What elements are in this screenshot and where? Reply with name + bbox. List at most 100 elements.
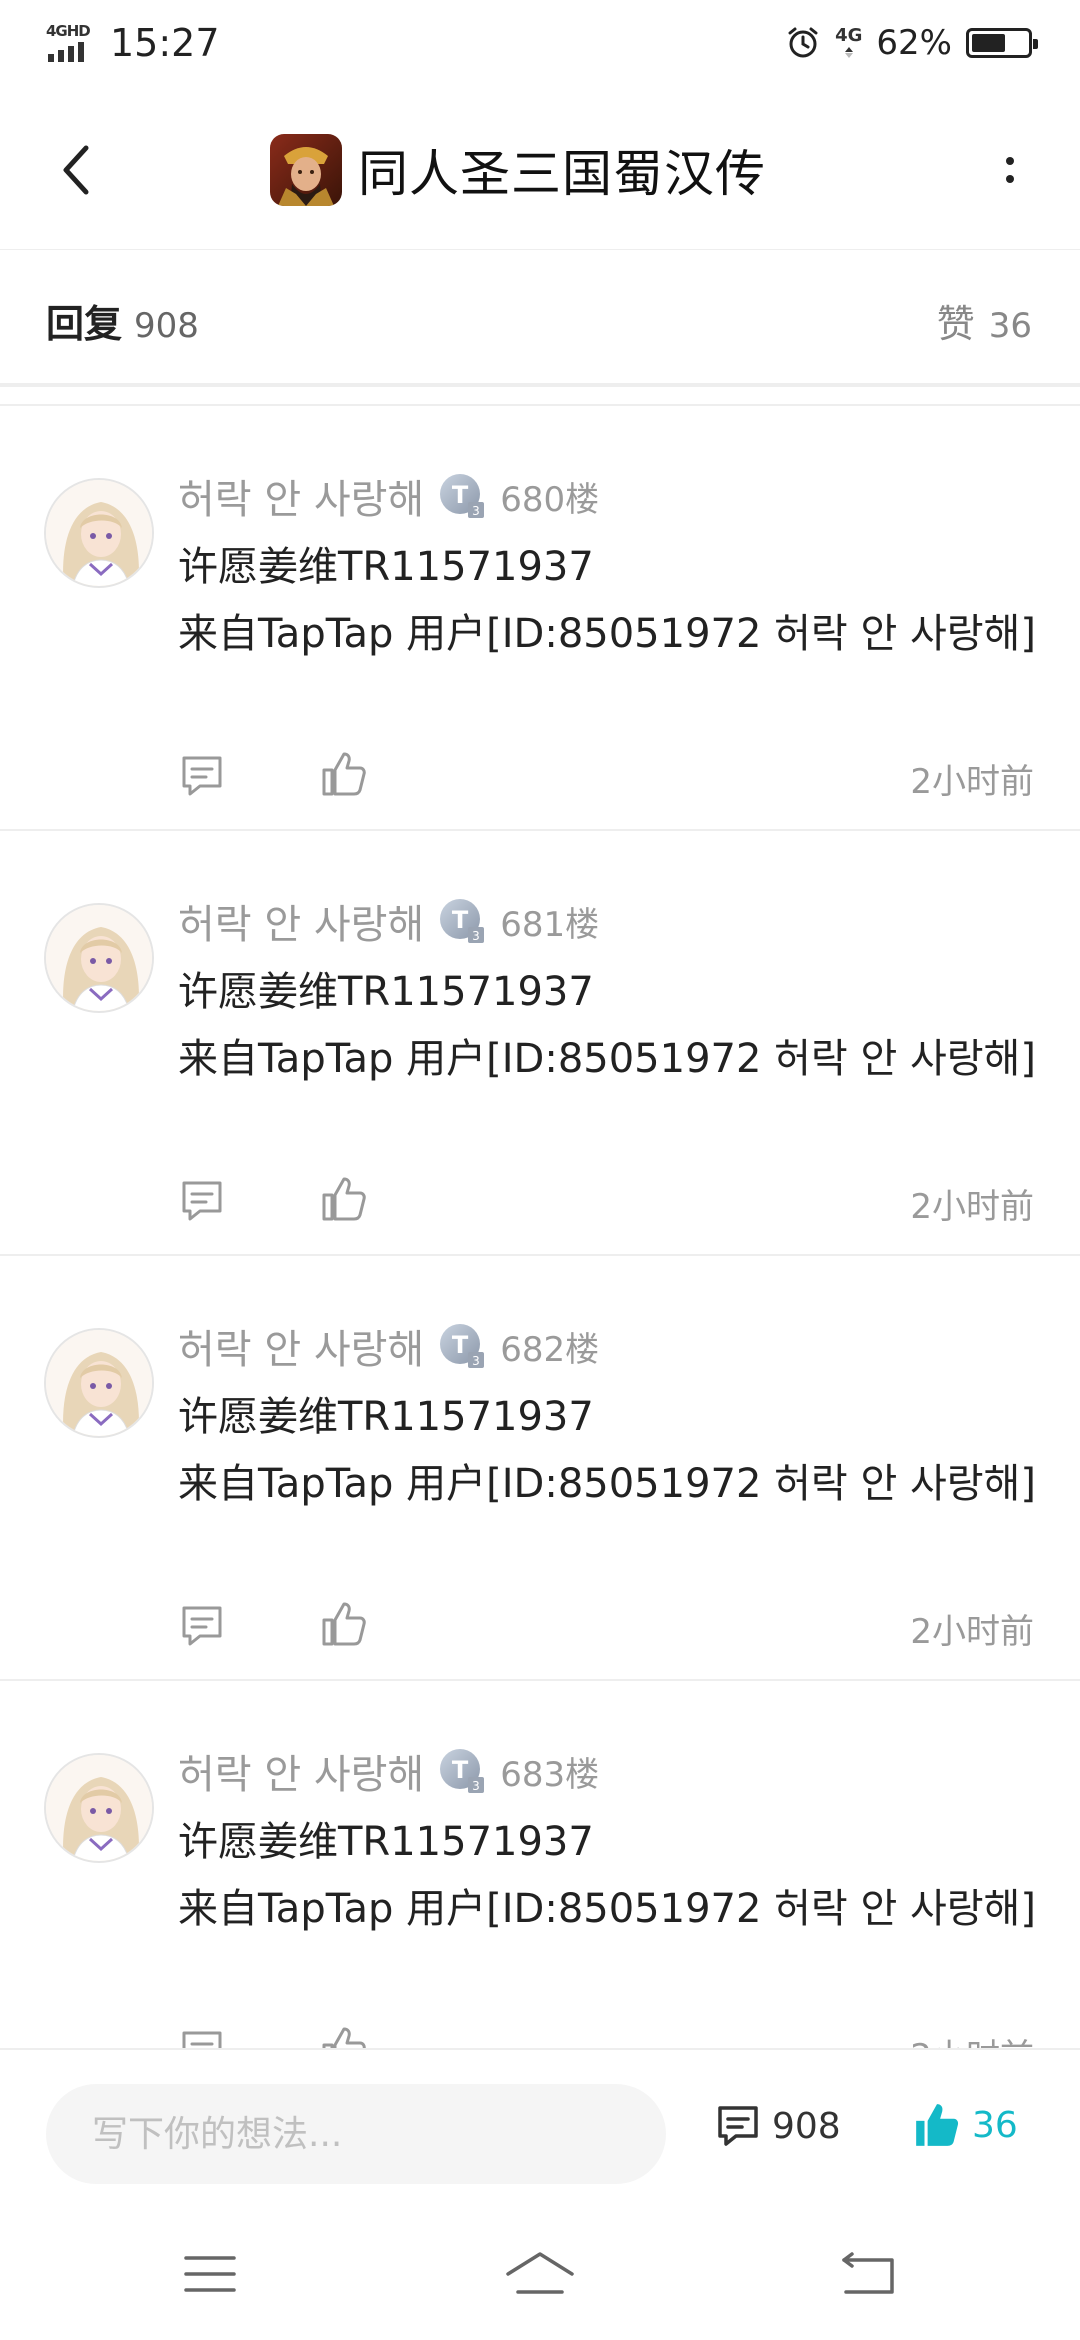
floor-number: 680楼	[500, 479, 600, 520]
comment-line: 许愿姜维TR11571937	[178, 1394, 594, 1440]
avatar[interactable]	[44, 1328, 154, 1438]
badge-letter: T	[452, 906, 469, 934]
reply-count-group: 回复 908	[46, 293, 199, 348]
badge-level: 3	[472, 504, 480, 518]
home-icon	[506, 2252, 574, 2294]
comment-input-wrapper[interactable]	[46, 2084, 666, 2184]
thumbs-up-icon	[322, 1602, 366, 1646]
avatar[interactable]	[44, 1753, 154, 1863]
comment-body: 许愿姜维TR11571937 来自TapTap 用户[ID:85051972 허…	[178, 1384, 1038, 1518]
like-button[interactable]	[320, 1175, 368, 1223]
badge-letter: T	[452, 481, 469, 509]
avatar[interactable]	[44, 903, 154, 1013]
back-button[interactable]	[36, 130, 116, 210]
user-level-badge: T 3	[438, 1747, 486, 1795]
badge-letter: T	[452, 1331, 469, 1359]
taptap-badge-icon: T 3	[440, 1749, 485, 1793]
comment-item[interactable]: 허락 안 사랑해 T 3 683楼 许愿姜维TR11571937 来自TapTa…	[0, 1681, 1080, 2048]
battery-percent: 62%	[876, 23, 952, 63]
comment-line: 来自TapTap 用户[ID:85051972 허락 안 사랑해]	[178, 611, 1036, 657]
badge-level: 3	[472, 1779, 480, 1793]
thumbs-up-icon	[322, 2027, 366, 2048]
comment-item[interactable]: 허락 안 사랑해 T 3 681楼 许愿姜维TR11571937 来自TapTa…	[0, 831, 1080, 1256]
floor-number: 683楼	[500, 1754, 600, 1795]
status-left: 4GHD 15:27	[46, 18, 220, 68]
comment-actions: 2小时前	[178, 1596, 1034, 1656]
page-title: 同人圣三国蜀汉传	[358, 145, 766, 203]
comment-line: 许愿姜维TR11571937	[178, 1819, 594, 1865]
reply-label: 回复	[46, 302, 123, 346]
floor-number: 682楼	[500, 1329, 600, 1370]
user-level-badge: T 3	[438, 1322, 486, 1370]
reply-count: 908	[134, 306, 199, 346]
reply-button[interactable]	[178, 2027, 226, 2048]
comment-line: 来自TapTap 用户[ID:85051972 허락 안 사랑해]	[178, 1461, 1036, 1507]
timestamp: 2小时前	[910, 2029, 1034, 2048]
like-label: 赞	[936, 302, 975, 346]
username[interactable]: 허락 안 사랑해	[178, 1742, 424, 1800]
comment-body: 许愿姜维TR11571937 来自TapTap 用户[ID:85051972 허…	[178, 959, 1038, 1093]
comment-line: 来自TapTap 用户[ID:85051972 허락 안 사랑해]	[178, 1036, 1036, 1082]
network-type-right: 4G	[835, 25, 863, 46]
alarm-icon	[788, 27, 818, 58]
nav-home-button[interactable]	[500, 2244, 580, 2304]
like-button[interactable]	[320, 750, 368, 798]
username[interactable]: 허락 안 사랑해	[178, 1317, 424, 1375]
like-count-group[interactable]: 赞 36	[937, 293, 1032, 348]
screen: 4GHD 15:27 4G 62% 同人圣三国蜀汉传 回复 908 赞 36 허…	[0, 0, 1080, 2340]
thumbs-up-icon	[322, 1177, 366, 1221]
more-vertical-icon	[1006, 157, 1014, 165]
username[interactable]: 허락 안 사랑해	[178, 892, 424, 950]
comment-list[interactable]: 허락 안 사랑해 T 3 680楼 许愿姜维TR11571937 来自TapTa…	[0, 406, 1080, 2048]
like-button[interactable]	[320, 2025, 368, 2048]
taptap-badge-icon: T 3	[440, 474, 485, 518]
timestamp: 2小时前	[910, 1187, 1034, 1227]
comment-actions: 2小时前	[178, 746, 1034, 806]
comment-icon	[182, 1181, 222, 1221]
floor-number: 681楼	[500, 904, 600, 945]
user-level-badge: T 3	[438, 472, 486, 520]
comment-input[interactable]	[92, 2113, 632, 2155]
status-bar: 4GHD 15:27 4G 62%	[0, 0, 1080, 90]
avatar[interactable]	[44, 478, 154, 588]
nav-menu-button[interactable]	[170, 2244, 250, 2304]
like-button[interactable]: 36	[912, 2100, 1018, 2150]
badge-level: 3	[472, 929, 480, 943]
comment-icon	[182, 2031, 222, 2048]
more-options-button[interactable]	[990, 130, 1030, 210]
timestamp: 2小时前	[910, 762, 1034, 802]
like-button[interactable]	[320, 1600, 368, 1648]
reply-button[interactable]	[178, 752, 226, 800]
comment-icon	[182, 756, 222, 796]
reply-button[interactable]	[178, 1177, 226, 1225]
network-type-label: 4GHD	[46, 22, 91, 40]
chevron-left-icon	[63, 145, 89, 195]
comment-body: 许愿姜维TR11571937 来自TapTap 用户[ID:85051972 허…	[178, 534, 1038, 668]
signal-icon: 4GHD	[46, 22, 96, 64]
comment-actions: 2小时前	[178, 1171, 1034, 1231]
comment-actions: 2小时前	[178, 2021, 1034, 2048]
battery-icon	[966, 28, 1038, 58]
comments-button[interactable]: 908	[714, 2102, 841, 2150]
comment-item[interactable]: 허락 안 사랑해 T 3 682楼 许愿姜维TR11571937 来自TapTa…	[0, 1256, 1080, 1681]
comment-header: 허락 안 사랑해 T 3 682楼	[178, 1316, 599, 1376]
like-count-bottom: 36	[972, 2104, 1018, 2146]
clock: 15:27	[110, 21, 220, 65]
menu-icon	[184, 2256, 236, 2292]
nav-back-button[interactable]	[828, 2244, 908, 2304]
comment-line: 来自TapTap 用户[ID:85051972 허락 안 사랑해]	[178, 1886, 1036, 1932]
comment-header: 허락 안 사랑해 T 3 680楼	[178, 466, 599, 526]
comment-icon	[182, 1606, 222, 1646]
comment-line: 许愿姜维TR11571937	[178, 969, 594, 1015]
comment-item[interactable]: 허락 안 사랑해 T 3 680楼 许愿姜维TR11571937 来自TapTa…	[0, 406, 1080, 831]
bottom-action-bar: 908 36	[0, 2048, 1080, 2208]
reply-summary-header: 回复 908 赞 36	[0, 251, 1080, 387]
mobile-data-icon: 4G	[835, 27, 862, 59]
app-bar: 同人圣三国蜀汉传	[0, 90, 1080, 250]
reply-button[interactable]	[178, 1602, 226, 1650]
thumbs-up-icon	[916, 2104, 959, 2146]
username[interactable]: 허락 안 사랑해	[178, 467, 424, 525]
game-logo	[270, 134, 342, 206]
comment-icon	[718, 2106, 758, 2146]
comment-header: 허락 안 사랑해 T 3 681楼	[178, 891, 599, 951]
